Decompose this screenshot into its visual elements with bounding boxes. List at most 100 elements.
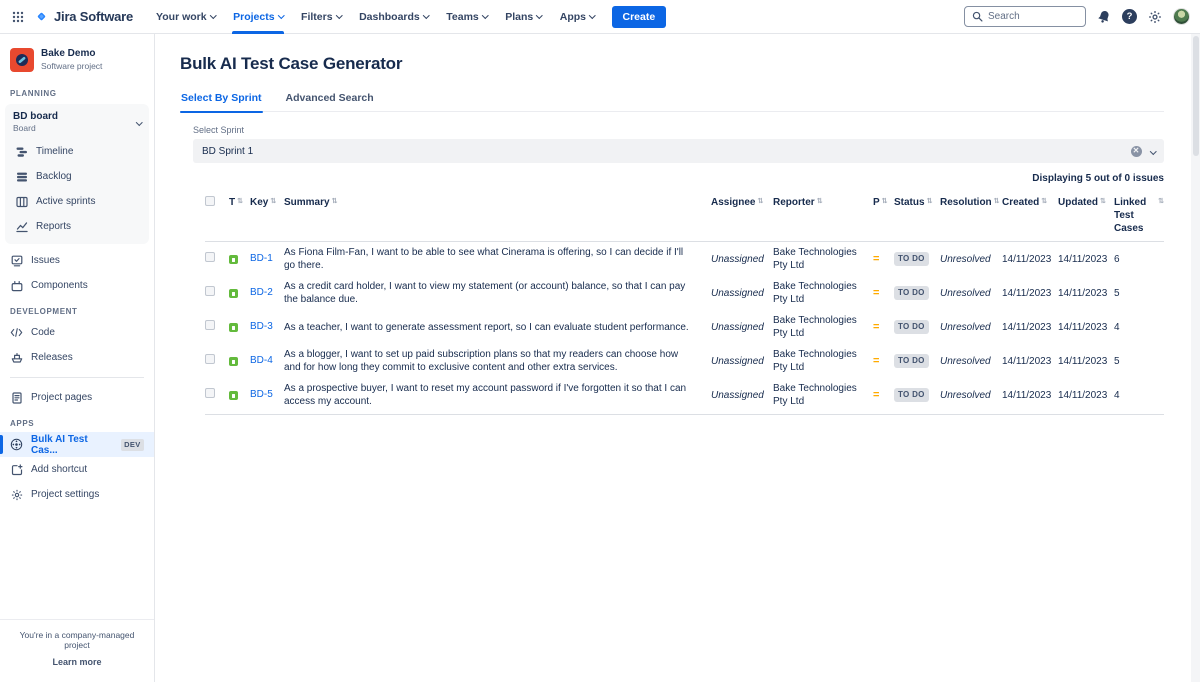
status-badge: TO DO (894, 286, 929, 300)
sidebar-item-project-settings[interactable]: Project settings (0, 482, 154, 507)
sidebar-item-code[interactable]: Code (0, 320, 154, 345)
project-type: Software project (41, 61, 102, 72)
sidebar-item-project-pages[interactable]: Project pages (0, 385, 154, 410)
nav-item-apps[interactable]: Apps (551, 0, 604, 34)
vertical-scrollbar[interactable] (1191, 34, 1200, 682)
story-type-icon (229, 255, 238, 264)
issue-row: BD-3As a teacher, I want to generate ass… (205, 310, 1164, 344)
scrollbar-thumb[interactable] (1193, 36, 1199, 156)
notifications-bell-icon[interactable] (1097, 10, 1111, 24)
sidebar-item-timeline[interactable]: Timeline (5, 139, 149, 164)
user-avatar[interactable] (1173, 8, 1190, 25)
development-section-label: DEVELOPMENT (0, 298, 154, 320)
type-cell (229, 389, 250, 402)
chevron-down-icon (536, 12, 542, 18)
nav-item-plans[interactable]: Plans (496, 0, 551, 34)
learn-more-link[interactable]: Learn more (52, 657, 101, 667)
tab-select-by-sprint[interactable]: Select By Sprint (180, 92, 263, 111)
select-all-checkbox[interactable] (205, 196, 215, 206)
column-header-status[interactable]: Status⇅ (894, 196, 940, 209)
chevron-down-icon (482, 12, 488, 18)
board-switcher[interactable]: BD board Board (5, 104, 149, 139)
code-icon (10, 327, 23, 338)
search-input[interactable] (988, 11, 1078, 22)
column-header-type[interactable]: T⇅ (229, 196, 250, 209)
nav-item-filters[interactable]: Filters (292, 0, 350, 34)
updated-date: 14/11/2023 (1058, 253, 1114, 266)
key-cell: BD-2 (250, 286, 284, 300)
issue-summary: As Fiona Film-Fan, I want to be able to … (284, 246, 711, 272)
create-button[interactable]: Create (612, 6, 667, 28)
priority-cell: = (873, 354, 894, 368)
nav-item-projects[interactable]: Projects (224, 0, 292, 34)
assignee-value: Unassigned (711, 253, 773, 266)
sidebar-item-active-sprints[interactable]: Active sprints (5, 189, 149, 214)
select-sprint-label: Select Sprint (193, 125, 1164, 135)
row-select-checkbox[interactable] (205, 354, 215, 364)
chevron-down-icon[interactable] (1150, 148, 1156, 154)
settings-gear-icon[interactable] (1148, 10, 1162, 24)
key-cell: BD-5 (250, 388, 284, 402)
resolution-value: Unresolved (940, 287, 1002, 300)
clear-selection-icon[interactable]: ✕ (1131, 146, 1142, 157)
column-header-resolution[interactable]: Resolution⇅ (940, 196, 1002, 209)
resolution-value: Unresolved (940, 355, 1002, 368)
chevron-down-icon (210, 12, 216, 18)
issue-key-link[interactable]: BD-3 (250, 320, 278, 334)
issue-key-link[interactable]: BD-5 (250, 388, 278, 402)
board-group: BD board Board Timeline Backlog (5, 104, 149, 244)
sidebar-item-issues[interactable]: Issues (0, 248, 154, 273)
row-select-checkbox[interactable] (205, 286, 215, 296)
story-type-icon (229, 289, 238, 298)
sidebar-item-components[interactable]: Components (0, 273, 154, 298)
nav-item-dashboards[interactable]: Dashboards (350, 0, 437, 34)
sprint-select[interactable]: BD Sprint 1 ✕ (193, 139, 1164, 163)
issue-row: BD-1 As Fiona Film-Fan, I want to be able… (205, 242, 1164, 276)
column-header-reporter[interactable]: Reporter⇅ (773, 196, 873, 209)
column-header-summary[interactable]: Summary⇅ (284, 196, 711, 209)
column-header-linked-test-cases[interactable]: Linked Test Cases⇅ (1114, 196, 1164, 235)
issue-row: BD-2As a credit card holder, I want to v… (205, 276, 1164, 310)
column-header-key[interactable]: Key⇅ (250, 196, 284, 209)
status-badge: TO DO (894, 320, 929, 334)
nav-item-teams[interactable]: Teams (437, 0, 496, 34)
column-header-updated[interactable]: Updated⇅ (1058, 196, 1114, 209)
sort-icon: ⇅ (1041, 197, 1047, 206)
issue-key-link[interactable]: BD-4 (250, 354, 278, 368)
board-name: BD board (13, 110, 58, 123)
reports-icon (15, 221, 28, 233)
reporter-value: Bake Technologies Pty Ltd (773, 348, 873, 374)
linked-test-cases-count: 6 (1114, 253, 1164, 266)
displaying-count: Displaying 5 out of 0 issues (193, 173, 1164, 184)
sprint-section: Select Sprint BD Sprint 1 ✕ Displaying 5… (193, 125, 1164, 184)
sidebar-item-add-shortcut[interactable]: Add shortcut (0, 457, 154, 482)
row-select-checkbox[interactable] (205, 252, 215, 262)
assignee-value: Unassigned (711, 389, 773, 402)
global-search[interactable] (964, 6, 1086, 27)
updated-date: 14/11/2023 (1058, 287, 1114, 300)
priority-cell: = (873, 320, 894, 334)
project-header[interactable]: Bake Demo Software project (0, 44, 154, 80)
app-switcher-icon[interactable] (12, 11, 24, 23)
row-select-checkbox[interactable] (205, 320, 215, 330)
table-body: BD-1 As Fiona Film-Fan, I want to be able… (205, 242, 1164, 415)
sidebar-item-releases[interactable]: Releases (0, 345, 154, 370)
sidebar-item-bulk-ai-test-cases[interactable]: Bulk AI Test Cas... DEV (0, 432, 154, 457)
help-icon[interactable]: ? (1122, 9, 1137, 24)
story-type-icon (229, 357, 238, 366)
column-header-created[interactable]: Created⇅ (1002, 196, 1058, 209)
created-date: 14/11/2023 (1002, 321, 1058, 334)
column-header-priority[interactable]: P⇅ (873, 196, 894, 209)
sidebar-item-backlog[interactable]: Backlog (5, 164, 149, 189)
issue-key-link[interactable]: BD-2 (250, 286, 278, 300)
row-select-checkbox[interactable] (205, 388, 215, 398)
nav-item-your-work[interactable]: Your work (147, 0, 224, 34)
sidebar-item-reports[interactable]: Reports (5, 214, 149, 239)
dev-badge: DEV (121, 439, 144, 451)
jira-logo[interactable]: Jira Software (34, 9, 133, 24)
reporter-value: Bake Technologies Pty Ltd (773, 246, 873, 272)
tab-advanced-search[interactable]: Advanced Search (285, 92, 375, 111)
bulk-ai-app-icon (10, 438, 23, 451)
issue-key-link[interactable]: BD-1 (250, 252, 278, 266)
column-header-assignee[interactable]: Assignee⇅ (711, 196, 773, 209)
